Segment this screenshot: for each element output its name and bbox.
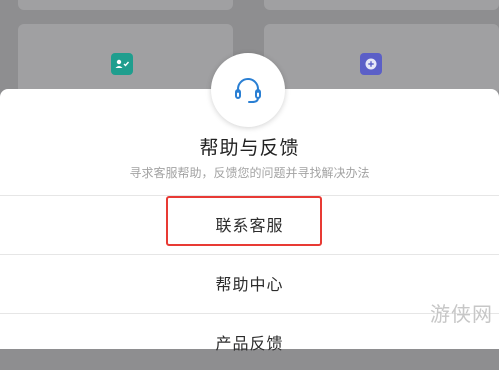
- product-feedback-label: 产品反馈: [215, 334, 284, 353]
- headset-icon-badge: [211, 53, 285, 127]
- add-circle-icon: [360, 53, 382, 75]
- contact-card-icon: [111, 53, 133, 75]
- product-feedback-button[interactable]: 产品反馈: [0, 314, 499, 370]
- headset-icon: [235, 78, 261, 103]
- site-watermark: 游侠网: [430, 302, 493, 326]
- background-card-top-left: [18, 0, 233, 10]
- sheet-title: 帮助与反馈: [199, 137, 300, 159]
- sheet-subtitle: 寻求客服帮助，反馈您的问题并寻找解决办法: [129, 166, 370, 180]
- help-center-button[interactable]: 帮助中心: [0, 255, 499, 311]
- highlight-box: [166, 196, 322, 246]
- help-center-label: 帮助中心: [215, 275, 284, 294]
- background-card-top-right: [264, 0, 499, 10]
